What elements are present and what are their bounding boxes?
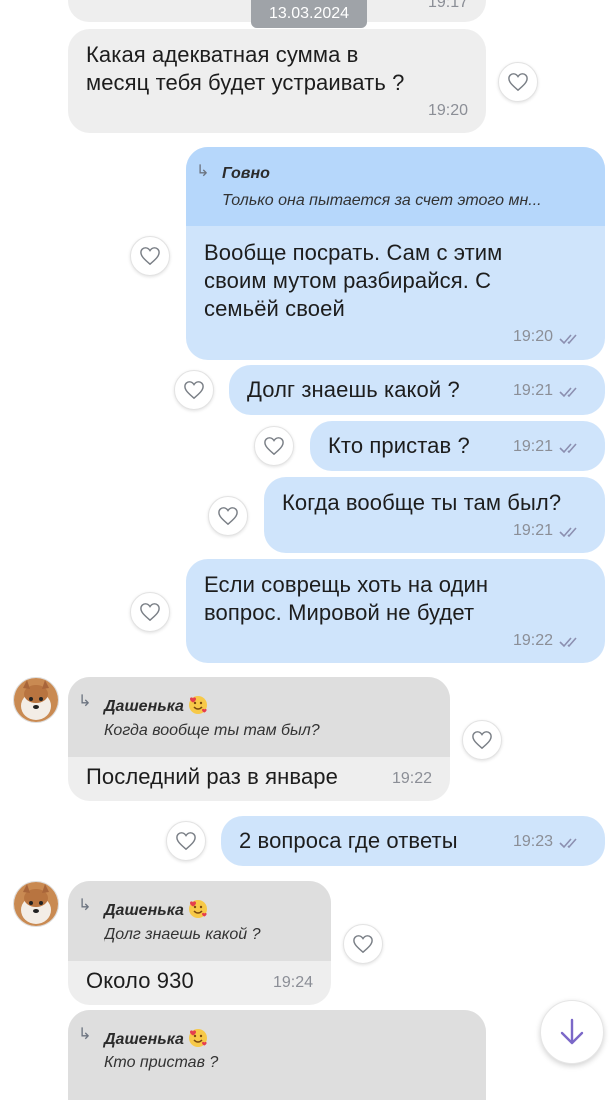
double-check-icon (559, 443, 577, 454)
date-badge: 13.03.2024 (251, 0, 367, 28)
double-check-icon (559, 387, 577, 398)
reply-arrow-icon: ↳ (78, 1026, 92, 1043)
message-text: 2 вопроса где ответы (239, 828, 458, 853)
reply-author: Говно (222, 165, 270, 182)
message-time: 19:24 (272, 974, 313, 991)
reply-preview[interactable]: ↳ Дашенька Когда вообще ты там был? (68, 677, 450, 757)
message-bubble-outgoing[interactable]: 2 вопроса где ответы 19:23 (221, 816, 605, 866)
heart-outline-icon[interactable] (130, 592, 170, 632)
heart-outline-icon[interactable] (130, 236, 170, 276)
reply-author: Дашенька (104, 1028, 208, 1049)
heart-outline-icon[interactable] (462, 720, 502, 760)
reply-preview[interactable]: ↳ Дашенька Долг знаешь какой ? (68, 881, 331, 961)
message-bubble-outgoing[interactable]: ↳ Говно Только она пытается за счет этог… (186, 147, 605, 360)
heart-outline-icon[interactable] (343, 924, 383, 964)
message-text-line: месяц тебя будет устраивать ? (86, 70, 405, 95)
smiling-face-with-hearts-emoji (188, 696, 207, 714)
double-check-icon (559, 838, 577, 849)
double-check-icon (559, 334, 577, 345)
message-time: 19:21 (512, 438, 553, 455)
heart-outline-icon[interactable] (174, 370, 214, 410)
message-text: Около 930 (86, 968, 194, 993)
reply-author-name: Дашенька (104, 902, 184, 919)
message-text: Кто пристав ? (328, 433, 470, 458)
reply-text: Кто пристав ? (104, 1054, 219, 1071)
reply-arrow-icon: ↳ (78, 693, 92, 710)
heart-outline-icon[interactable] (254, 426, 294, 466)
message-bubble-outgoing[interactable]: Когда вообще ты там был? 19:21 (264, 477, 605, 553)
message-text: Последний раз в январе (86, 764, 338, 789)
reply-text: Когда вообще ты там был? (104, 722, 320, 739)
reply-preview[interactable]: ↳ Говно Только она пытается за счет этог… (186, 147, 605, 226)
message-time: 19:17 (427, 0, 468, 11)
message-text-line: своим мутом разбирайся. С (204, 268, 492, 293)
arrow-down-icon (560, 1018, 584, 1045)
message-bubble-incoming[interactable]: ↳ Дашенька Кто пристав ? (68, 1010, 486, 1100)
message-bubble-outgoing[interactable]: Если соврещь хоть на один вопрос. Мирово… (186, 559, 605, 663)
message-time: 19:20 (427, 102, 468, 119)
message-bubble-incoming[interactable]: ↳ Дашенька Когда вообще ты там был? Посл… (68, 677, 450, 801)
message-time: 19:22 (512, 632, 553, 649)
message-time: 19:21 (512, 382, 553, 399)
double-check-icon (559, 637, 577, 648)
message-bubble-incoming[interactable]: ↳ Дашенька Долг знаешь какой ? Около 930… (68, 881, 331, 1005)
message-text-line: вопрос. Мировой не будет (204, 600, 475, 625)
avatar[interactable] (13, 881, 59, 927)
reply-arrow-icon: ↳ (196, 163, 210, 180)
message-time: 19:23 (512, 833, 553, 850)
reply-author-name: Дашенька (104, 1031, 184, 1048)
message-time: 19:20 (512, 328, 553, 345)
double-check-icon (559, 527, 577, 538)
reply-text: Только она пытается за счет этого мн... (222, 192, 542, 209)
scroll-to-bottom-button[interactable] (540, 1000, 604, 1064)
heart-outline-icon[interactable] (208, 496, 248, 536)
message-text: Долг знаешь какой ? (247, 377, 460, 402)
message-text-line: семьёй своей (204, 296, 345, 321)
avatar[interactable] (13, 677, 59, 723)
message-bubble-incoming[interactable]: Какая адекватная сумма в месяц тебя буде… (68, 29, 486, 133)
reply-author-name: Дашенька (104, 698, 184, 715)
heart-outline-icon[interactable] (166, 821, 206, 861)
reply-text: Долг знаешь какой ? (104, 926, 261, 943)
reply-author: Дашенька (104, 899, 208, 920)
reply-author: Дашенька (104, 695, 208, 716)
heart-outline-icon[interactable] (498, 62, 538, 102)
message-bubble-outgoing[interactable]: Кто пристав ? 19:21 (310, 421, 605, 471)
message-time: 19:21 (512, 522, 553, 539)
smiling-face-with-hearts-emoji (188, 1029, 207, 1047)
message-text-line: Если соврещь хоть на один (204, 572, 489, 597)
smiling-face-with-hearts-emoji (188, 900, 207, 918)
message-bubble-outgoing[interactable]: Долг знаешь какой ? 19:21 (229, 365, 605, 415)
message-text-line: Какая адекватная сумма в (86, 42, 359, 67)
reply-preview[interactable]: ↳ Дашенька Кто пристав ? (68, 1010, 486, 1100)
reply-arrow-icon: ↳ (78, 897, 92, 914)
message-text: Когда вообще ты там был? (282, 490, 562, 515)
message-text-line: Вообще посрать. Сам с этим (204, 240, 503, 265)
message-time: 19:22 (391, 770, 432, 787)
